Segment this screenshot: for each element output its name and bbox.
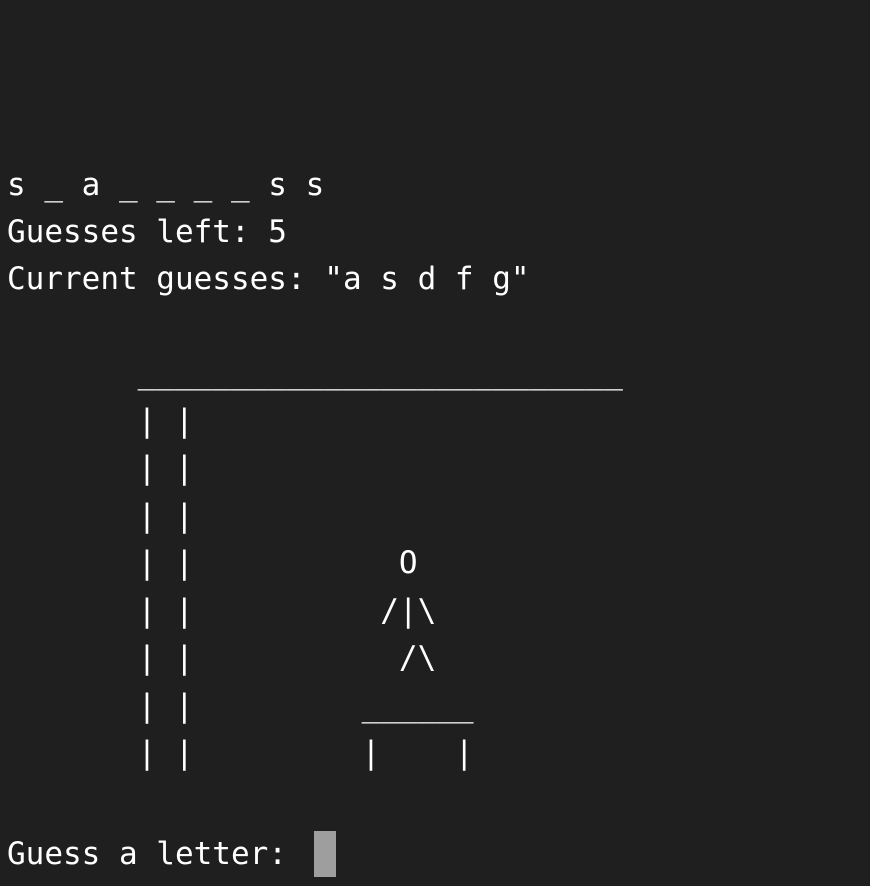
prompt-label: Guess a letter: — [7, 836, 306, 872]
guesses-left: Guesses left: 5 — [7, 214, 287, 250]
terminal-window[interactable]: s _ a _ _ _ _ s s Guesses left: 5 Curren… — [0, 0, 870, 886]
hangman-ascii-art: __________________________ | | | | | | |… — [137, 355, 623, 771]
text-cursor[interactable] — [313, 831, 336, 878]
current-guesses: Current guesses: "a s d f g" — [7, 261, 530, 297]
word-progress: s _ a _ _ _ _ s s — [7, 167, 325, 203]
input-prompt-row[interactable]: Guess a letter: — [7, 831, 336, 878]
